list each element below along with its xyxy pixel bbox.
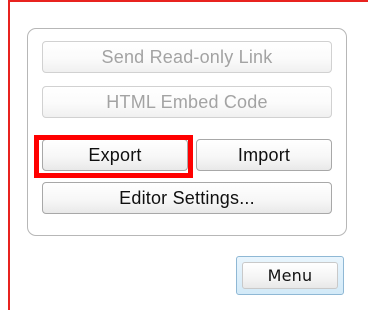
html-embed-code-button[interactable]: HTML Embed Code bbox=[42, 86, 332, 118]
export-button[interactable]: Export bbox=[42, 139, 188, 171]
screenshot-frame: Send Read-only Link HTML Embed Code Expo… bbox=[0, 0, 368, 310]
editor-settings-button[interactable]: Editor Settings... bbox=[42, 182, 332, 214]
frame-left-border bbox=[8, 0, 10, 310]
menu-button-label: Menu bbox=[242, 262, 338, 289]
import-button[interactable]: Import bbox=[196, 139, 332, 171]
send-read-only-link-button[interactable]: Send Read-only Link bbox=[42, 41, 332, 73]
menu-button[interactable]: Menu bbox=[236, 256, 344, 295]
frame-top-border bbox=[8, 0, 368, 2]
